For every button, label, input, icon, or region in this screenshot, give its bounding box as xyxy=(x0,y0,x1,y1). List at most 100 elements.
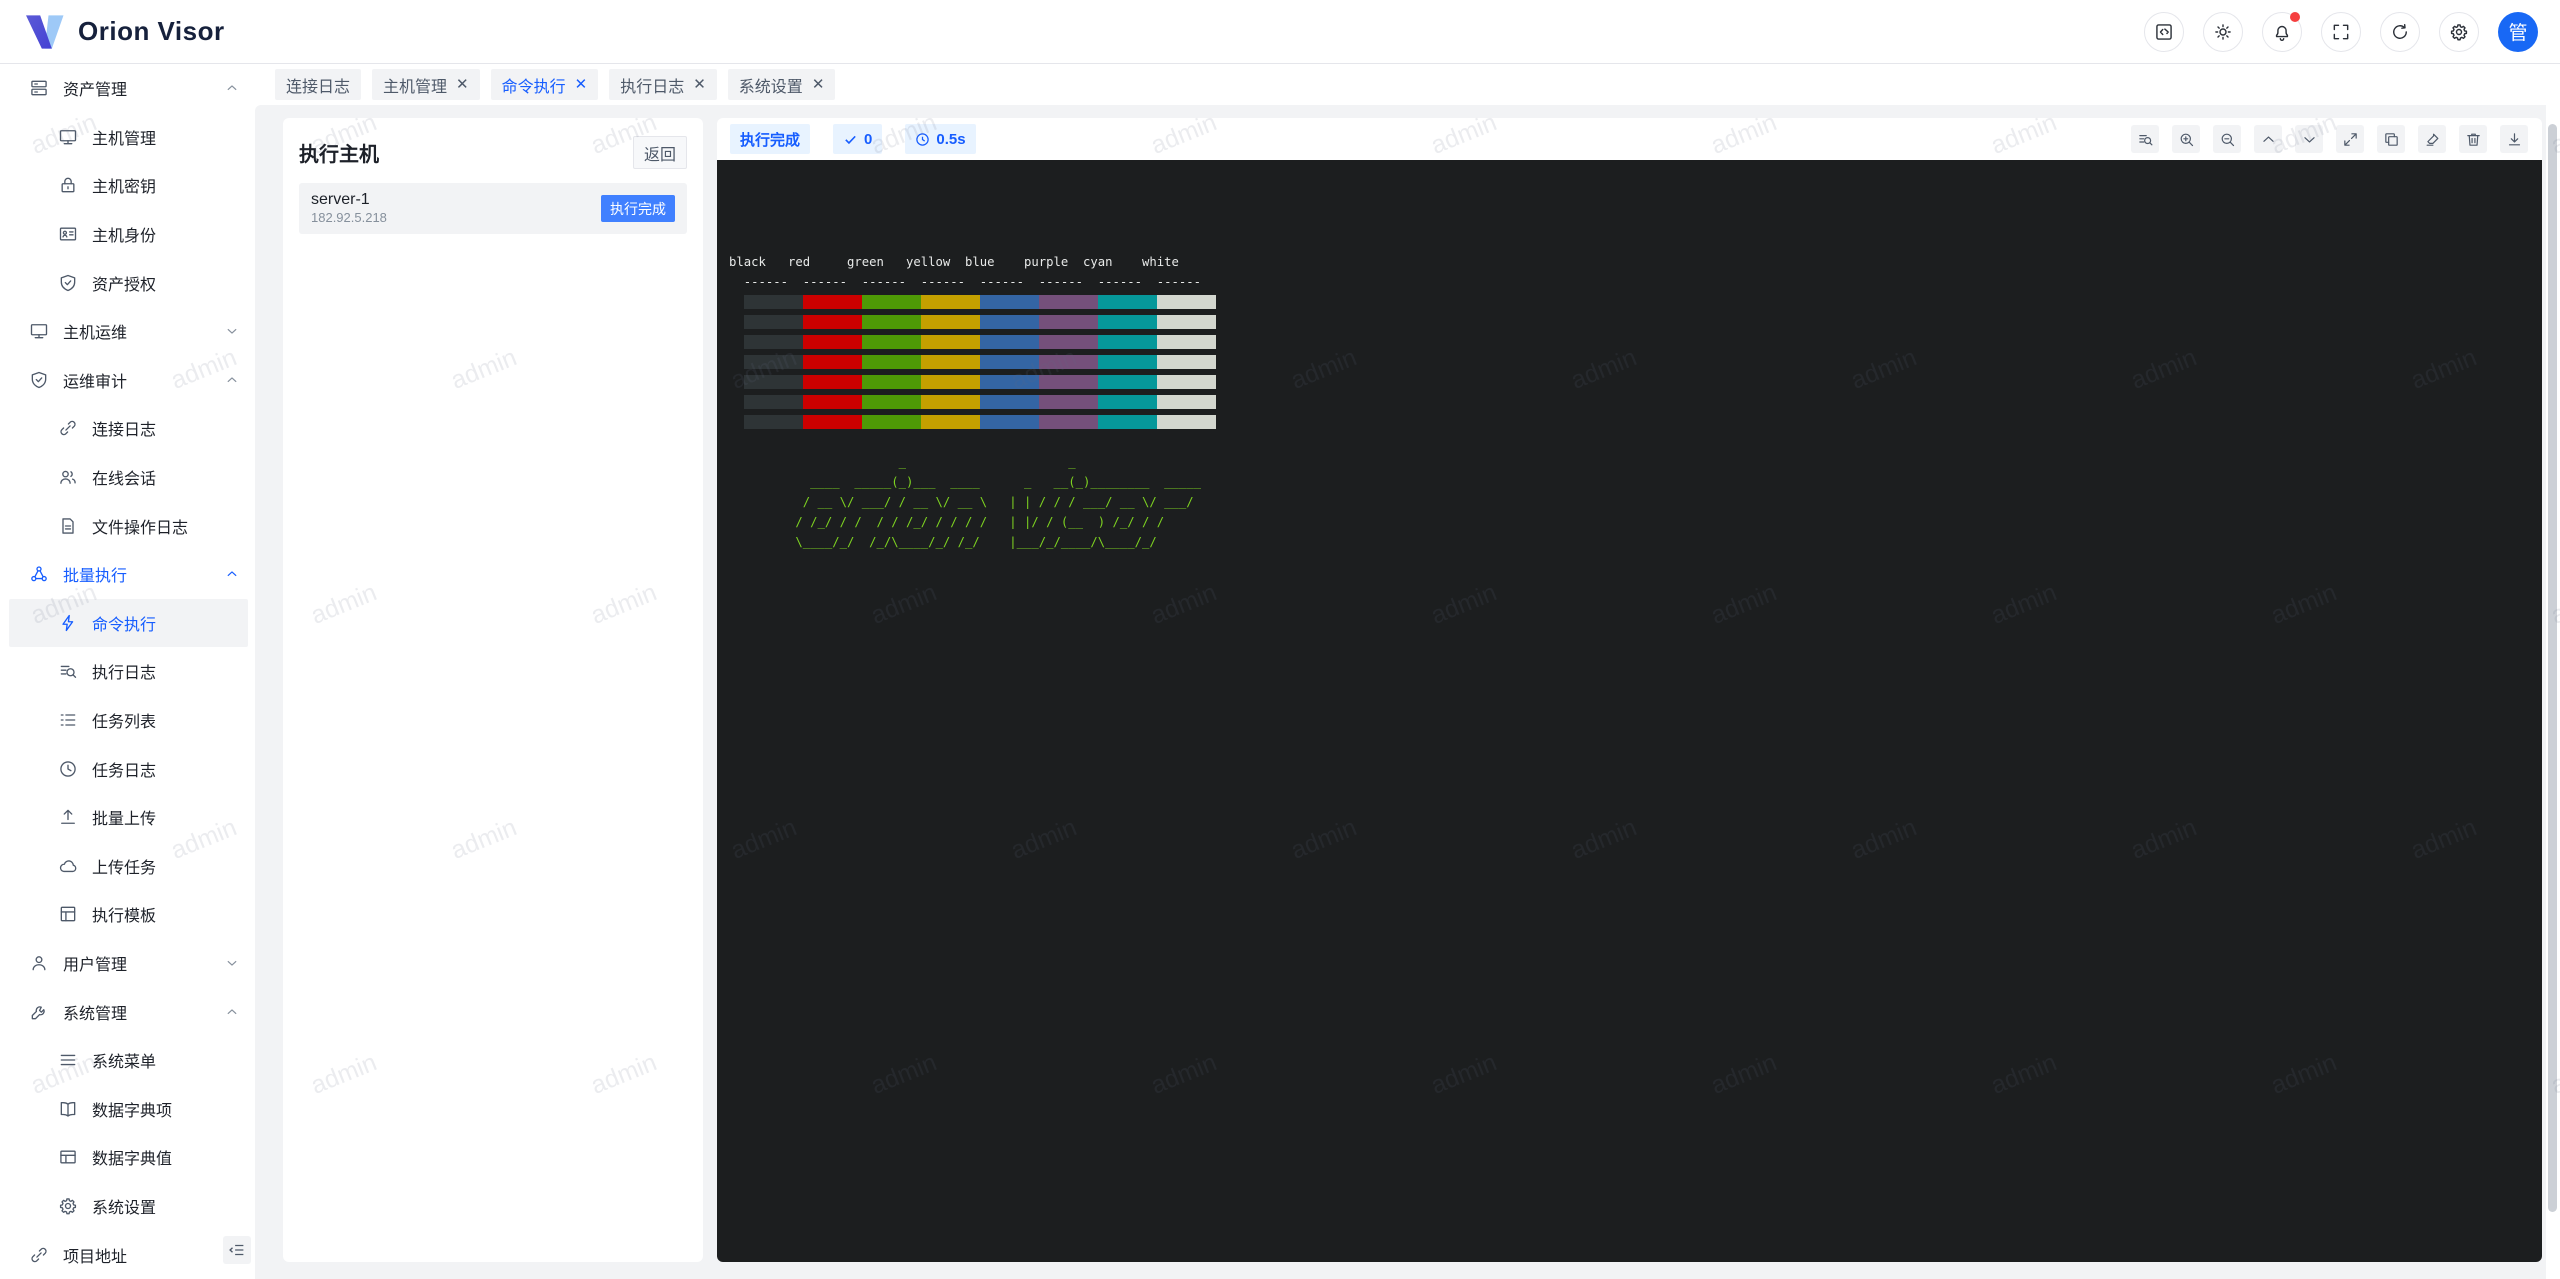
sidebar-item-label: 文件操作日志 xyxy=(92,514,188,538)
refresh-button[interactable] xyxy=(2380,12,2420,52)
back-button[interactable]: 返回 xyxy=(633,136,687,169)
sidebar-item-数据字典项[interactable]: 数据字典项 xyxy=(0,1084,255,1133)
sidebar-item-label: 数据字典项 xyxy=(92,1097,172,1121)
file-icon xyxy=(58,516,78,536)
fullscreen-button[interactable] xyxy=(2321,12,2361,52)
app-logo[interactable]: Orion Visor xyxy=(0,15,225,49)
list-icon xyxy=(58,710,78,730)
arrow-up-button[interactable] xyxy=(2254,125,2282,153)
wrench-icon xyxy=(29,1002,49,1022)
gear-icon xyxy=(58,1196,78,1216)
sidebar-item-label: 任务列表 xyxy=(92,708,156,732)
sidebar-item-资产授权[interactable]: 资产授权 xyxy=(0,258,255,307)
menu-fold-icon xyxy=(228,1241,246,1259)
host-status-badge: 执行完成 xyxy=(601,195,675,222)
sidebar-group-批量执行[interactable]: 批量执行 xyxy=(0,550,255,599)
tab-连接日志[interactable]: 连接日志 xyxy=(275,69,361,100)
sidebar-menu: 资产管理主机管理主机密钥主机身份资产授权主机运维运维审计连接日志在线会话文件操作… xyxy=(0,64,255,1279)
sidebar-item-label: 资产管理 xyxy=(63,76,127,100)
download-button[interactable] xyxy=(2500,125,2528,153)
sidebar-item-执行日志[interactable]: 执行日志 xyxy=(0,647,255,696)
sidebar-item-命令执行[interactable]: 命令执行 xyxy=(9,599,248,648)
sidebar-item-系统设置[interactable]: 系统设置 xyxy=(0,1182,255,1231)
arrow-down-button[interactable] xyxy=(2295,125,2323,153)
sidebar-item-任务日志[interactable]: 任务日志 xyxy=(0,744,255,793)
sidebar-item-label: 批量执行 xyxy=(63,562,127,586)
upload-icon xyxy=(58,807,78,827)
tab-close-icon[interactable]: ✕ xyxy=(456,77,469,92)
settings-gear-button[interactable] xyxy=(2439,12,2479,52)
scrollbar-thumb[interactable] xyxy=(2548,124,2557,1212)
sidebar-item-在线会话[interactable]: 在线会话 xyxy=(0,453,255,502)
tab-close-icon[interactable]: ✕ xyxy=(812,77,825,92)
sidebar-item-label: 批量上传 xyxy=(92,805,156,829)
zoom-out-icon xyxy=(2219,131,2236,148)
code-window-icon xyxy=(2154,22,2174,42)
duration-badge: 0.5s xyxy=(905,124,975,154)
user-avatar[interactable]: 管 xyxy=(2498,12,2538,52)
sidebar-item-label: 资产授权 xyxy=(92,271,156,295)
arrow-up-icon xyxy=(2260,131,2277,148)
content-area: 执行主机 返回 server-1182.92.5.218执行完成 执行完成 0 … xyxy=(255,105,2560,1279)
cloud-icon xyxy=(58,856,78,876)
link-icon xyxy=(58,418,78,438)
clock-icon xyxy=(58,759,78,779)
tab-主机管理[interactable]: 主机管理✕ xyxy=(372,69,480,100)
download-icon xyxy=(2506,131,2523,148)
sidebar-item-主机身份[interactable]: 主机身份 xyxy=(0,210,255,259)
check-icon xyxy=(843,132,858,147)
sidebar-item-文件操作日志[interactable]: 文件操作日志 xyxy=(0,501,255,550)
exit-code-badge: 0 xyxy=(833,124,882,154)
sidebar-collapse-button[interactable] xyxy=(223,1236,251,1264)
sidebar-group-运维审计[interactable]: 运维审计 xyxy=(0,356,255,405)
search-log-button[interactable] xyxy=(2131,125,2159,153)
zoom-in-button[interactable] xyxy=(2172,125,2200,153)
sidebar-item-系统菜单[interactable]: 系统菜单 xyxy=(0,1036,255,1085)
sidebar-item-label: 主机密钥 xyxy=(92,173,156,197)
settings-gear-icon xyxy=(2449,22,2469,42)
exec-hosts-panel: 执行主机 返回 server-1182.92.5.218执行完成 xyxy=(283,118,703,1262)
sidebar-item-任务列表[interactable]: 任务列表 xyxy=(0,696,255,745)
tab-执行日志[interactable]: 执行日志✕ xyxy=(609,69,717,100)
tab-close-icon[interactable]: ✕ xyxy=(575,77,588,92)
sidebar-item-主机密钥[interactable]: 主机密钥 xyxy=(0,161,255,210)
sidebar-group-项目地址[interactable]: 项目地址 xyxy=(0,1230,255,1279)
sidebar-item-主机管理[interactable]: 主机管理 xyxy=(0,113,255,162)
sidebar-group-系统管理[interactable]: 系统管理 xyxy=(0,987,255,1036)
clean-button[interactable] xyxy=(2418,125,2446,153)
fullscreen-icon xyxy=(2331,22,2351,42)
sidebar-item-label: 执行模板 xyxy=(92,902,156,926)
delete-button[interactable] xyxy=(2459,125,2487,153)
terminal-screen[interactable]: black red green yellow blue purple cyan … xyxy=(717,160,2542,1262)
copy-button[interactable] xyxy=(2377,125,2405,153)
zoom-out-button[interactable] xyxy=(2213,125,2241,153)
sidebar-group-资产管理[interactable]: 资产管理 xyxy=(0,64,255,113)
idcard-icon xyxy=(58,224,78,244)
sidebar-group-用户管理[interactable]: 用户管理 xyxy=(0,939,255,988)
sidebar-item-连接日志[interactable]: 连接日志 xyxy=(0,404,255,453)
chev-up-icon xyxy=(225,373,239,387)
tab-命令执行[interactable]: 命令执行✕ xyxy=(491,69,599,100)
theme-sun-button[interactable] xyxy=(2203,12,2243,52)
sidebar-item-上传任务[interactable]: 上传任务 xyxy=(0,842,255,891)
theme-sun-icon xyxy=(2213,22,2233,42)
search-list-icon xyxy=(58,661,78,681)
code-window-button[interactable] xyxy=(2144,12,2184,52)
status-badge: 执行完成 xyxy=(730,124,810,154)
host-list: server-1182.92.5.218执行完成 xyxy=(283,183,703,234)
desktop-icon xyxy=(29,321,49,341)
sidebar-item-批量上传[interactable]: 批量上传 xyxy=(0,793,255,842)
notifications-bell-button[interactable] xyxy=(2262,12,2302,52)
tab-label: 连接日志 xyxy=(286,73,350,97)
sidebar-item-数据字典值[interactable]: 数据字典值 xyxy=(0,1133,255,1182)
host-item-server-1[interactable]: server-1182.92.5.218执行完成 xyxy=(299,183,687,234)
sidebar-item-label: 运维审计 xyxy=(63,368,127,392)
notifications-bell-icon xyxy=(2272,22,2292,42)
tab-系统设置[interactable]: 系统设置✕ xyxy=(728,69,836,100)
expand-button[interactable] xyxy=(2336,125,2364,153)
sidebar-item-label: 系统设置 xyxy=(92,1194,156,1218)
bolt-icon xyxy=(58,613,78,633)
tab-close-icon[interactable]: ✕ xyxy=(693,77,706,92)
sidebar-item-执行模板[interactable]: 执行模板 xyxy=(0,890,255,939)
sidebar-group-主机运维[interactable]: 主机运维 xyxy=(0,307,255,356)
